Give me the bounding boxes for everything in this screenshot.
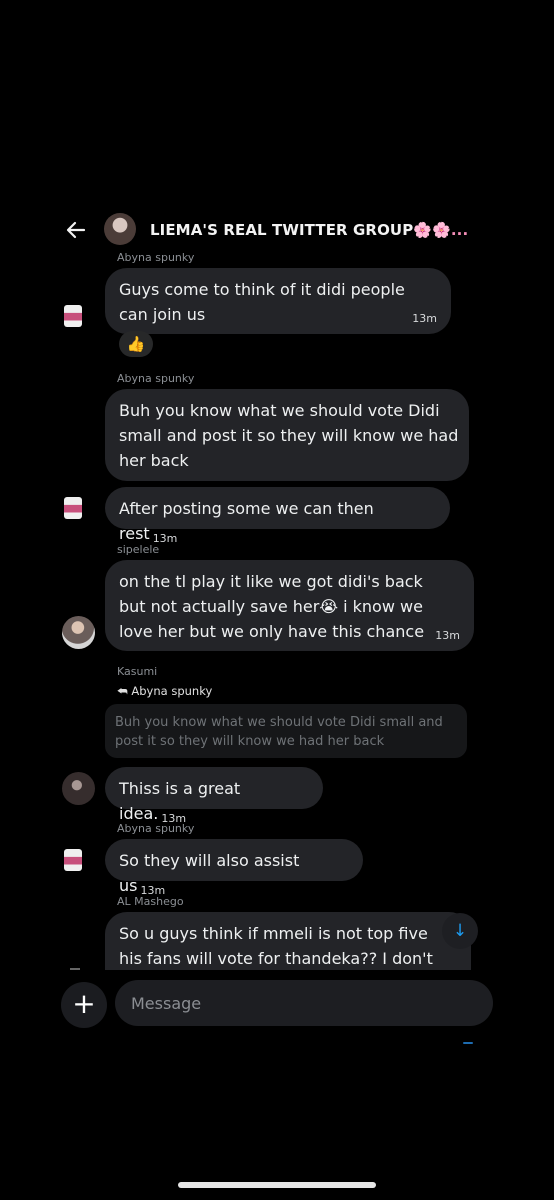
reaction-badge[interactable]: 👍 (119, 331, 153, 357)
sender-name: Kasumi (117, 665, 158, 678)
group-avatar[interactable] (104, 213, 136, 245)
avatar[interactable] (64, 305, 82, 327)
back-arrow-icon (66, 221, 86, 239)
message-bubble[interactable]: Thiss is a great idea. 13m (105, 767, 323, 825)
message-text: So u guys think if mmeli is not top five… (119, 924, 433, 968)
avatar (70, 968, 80, 970)
plus-icon: + (72, 987, 96, 1020)
message-bubble[interactable]: on the tl play it like we got didi's bac… (105, 560, 474, 651)
sender-name: Abyna spunky (117, 372, 195, 385)
message-time: 13m (435, 629, 460, 642)
reply-to-name: Abyna spunky (131, 684, 213, 698)
sender-name: Abyna spunky (117, 251, 195, 264)
sender-name: Abyna spunky (117, 822, 195, 835)
reply-label: ⮪ Abyna spunky (117, 684, 212, 699)
add-attachment-button[interactable]: + (61, 982, 107, 1028)
message-bubble[interactable]: So they will also assist us 13m (105, 839, 363, 897)
home-indicator[interactable] (178, 1182, 376, 1188)
emoji: 😭 (319, 597, 339, 616)
group-title[interactable]: LIEMA'S REAL TWITTER GROUP🌸🌸... (150, 221, 468, 239)
sender-name: AL Mashego (117, 895, 184, 908)
quoted-message[interactable]: Buh you know what we should vote Didi sm… (105, 704, 467, 758)
sender-name: sipelele (117, 543, 160, 556)
avatar[interactable] (62, 772, 95, 805)
group-title-suffix: 🌸🌸... (413, 221, 469, 239)
message-bubble[interactable]: So u guys think if mmeli is not top five… (105, 912, 471, 970)
avatar[interactable] (64, 849, 82, 871)
back-button[interactable] (62, 216, 90, 244)
message-text: Guys come to think of it didi people can… (119, 280, 405, 324)
chat-header: LIEMA'S REAL TWITTER GROUP🌸🌸... (0, 212, 554, 248)
scroll-indicator (463, 1042, 473, 1044)
reply-icon: ⮪ (117, 684, 128, 698)
group-title-text: LIEMA'S REAL TWITTER GROUP (150, 221, 414, 239)
message-bubble[interactable]: After posting some we can then rest 13m (105, 487, 450, 545)
message-text: on the tl play it like we got didi's bac… (119, 572, 425, 641)
message-input[interactable] (115, 980, 493, 1026)
message-text: Buh you know what we should vote Didi sm… (119, 401, 459, 470)
message-bubble[interactable]: Guys come to think of it didi people can… (105, 268, 451, 334)
message-time: 13m (412, 312, 437, 325)
avatar[interactable] (64, 497, 82, 519)
arrow-down-icon: ↓ (452, 921, 468, 941)
avatar[interactable] (62, 616, 95, 649)
message-bubble[interactable]: Buh you know what we should vote Didi sm… (105, 389, 469, 481)
scroll-down-button[interactable]: ↓ (442, 913, 478, 949)
